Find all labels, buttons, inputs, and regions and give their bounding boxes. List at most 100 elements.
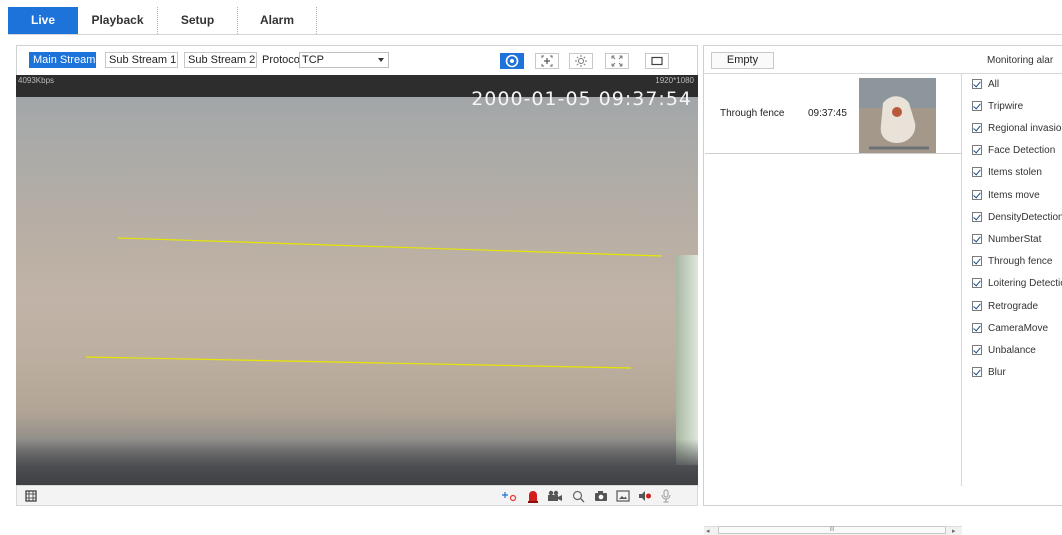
tripwire-line-upper: [117, 237, 663, 257]
image-button[interactable]: [615, 489, 631, 503]
alarm-light-button[interactable]: [525, 489, 541, 503]
protocol-value: TCP: [302, 54, 324, 66]
detection-overlay-icon: [505, 54, 519, 68]
microphone-button[interactable]: [658, 489, 674, 503]
record-button[interactable]: [547, 489, 563, 503]
event-snapshot-image: [859, 78, 936, 153]
alarm-event-list: Through fence 09:37:45 ◂ III ▸: [704, 74, 962, 535]
ptz-button[interactable]: [501, 489, 517, 503]
checkbox-icon[interactable]: [972, 301, 982, 311]
filter-tripwire[interactable]: Tripwire: [972, 98, 1023, 114]
filter-label: Items stolen: [988, 166, 1042, 178]
filter-all[interactable]: All: [972, 76, 999, 92]
scrollbar-thumb[interactable]: III: [718, 526, 946, 534]
microphone-icon: [661, 489, 671, 503]
sub-stream-2-button[interactable]: Sub Stream 2: [184, 52, 257, 68]
top-navigation: Live Playback Setup Alarm: [8, 7, 1062, 35]
filter-label: Tripwire: [988, 100, 1024, 112]
filter-label: Face Detection: [988, 144, 1056, 156]
ptz-icon: [502, 492, 517, 502]
checkbox-icon[interactable]: [972, 79, 982, 89]
filter-label: NumberStat: [988, 233, 1042, 245]
filter-items-stolen[interactable]: Items stolen: [972, 164, 1042, 180]
alarm-event-row[interactable]: Through fence 09:37:45: [705, 77, 962, 154]
record-icon: [548, 490, 562, 501]
sub-stream-1-button[interactable]: Sub Stream 1: [105, 52, 178, 68]
checkbox-icon[interactable]: [972, 323, 982, 333]
filter-label: All: [988, 78, 1000, 90]
checkbox-icon[interactable]: [972, 145, 982, 155]
filter-through-fence[interactable]: Through fence: [972, 253, 1053, 269]
event-snapshot[interactable]: [859, 78, 936, 153]
film-icon: [25, 490, 37, 502]
live-view-panel: Main Stream Sub Stream 1 Sub Stream 2 Pr…: [16, 45, 698, 506]
snapshot-icon: [595, 491, 607, 501]
detection-overlay-button[interactable]: [500, 53, 524, 69]
filter-regional-invasion[interactable]: Regional invasion: [972, 120, 1062, 136]
image-adjust-icon: [575, 55, 587, 67]
filter-face-detection[interactable]: Face Detection: [972, 142, 1055, 158]
checkbox-icon[interactable]: [972, 123, 982, 133]
filter-number-stat[interactable]: NumberStat: [972, 231, 1041, 247]
tab-playback[interactable]: Playback: [78, 7, 158, 34]
tripwire-line-lower: [85, 356, 632, 369]
event-time: 09:37:45: [808, 108, 847, 119]
live-bottom-bar: [16, 485, 698, 506]
stream-toolbar: Main Stream Sub Stream 1 Sub Stream 2 Pr…: [16, 45, 698, 75]
event-name: Through fence: [720, 108, 785, 119]
empty-button[interactable]: Empty: [711, 52, 774, 69]
protocol-select[interactable]: TCP: [299, 52, 389, 68]
filter-items-move[interactable]: Items move: [972, 187, 1040, 203]
filter-label: Retrograde: [988, 300, 1039, 312]
tripwire-overlay: [85, 237, 663, 369]
fit-window-button[interactable]: [605, 53, 629, 69]
scroll-right-arrow-icon[interactable]: ▸: [952, 527, 956, 535]
checkbox-icon[interactable]: [972, 256, 982, 266]
checkbox-icon[interactable]: [972, 190, 982, 200]
tab-alarm[interactable]: Alarm: [238, 7, 317, 34]
zoom-icon: [572, 490, 584, 502]
protocol-label: Protocol: [262, 54, 303, 66]
checkbox-icon[interactable]: [972, 212, 982, 222]
snapshot-button[interactable]: [593, 489, 609, 503]
fit-window-icon: [611, 55, 623, 67]
zoom-in-icon: [541, 55, 553, 67]
filter-label: Regional invasion: [988, 122, 1062, 134]
horizontal-scrollbar[interactable]: ◂ III ▸: [704, 526, 962, 535]
checkbox-icon[interactable]: [972, 234, 982, 244]
checkbox-icon[interactable]: [972, 278, 982, 288]
filter-camera-move[interactable]: CameraMove: [972, 320, 1048, 336]
filter-label: Through fence: [988, 255, 1053, 267]
chevron-down-icon: [378, 58, 384, 62]
tab-setup[interactable]: Setup: [158, 7, 238, 34]
video-viewport[interactable]: 4093Kbps 1920*1080 2000-01-05 09:37:54: [16, 75, 698, 485]
fullscreen-icon: [651, 56, 663, 66]
scroll-left-arrow-icon[interactable]: ◂: [706, 527, 710, 535]
checkbox-icon[interactable]: [972, 367, 982, 377]
filter-label: Blur: [988, 366, 1006, 378]
film-button[interactable]: [23, 489, 39, 503]
audio-mute-icon: [639, 491, 651, 501]
monitoring-alarm-title: Monitoring alar: [987, 55, 1054, 66]
filter-label: Unbalance: [988, 344, 1036, 356]
checkbox-icon[interactable]: [972, 101, 982, 111]
filter-blur[interactable]: Blur: [972, 364, 1006, 380]
checkbox-icon[interactable]: [972, 345, 982, 355]
tab-live[interactable]: Live: [8, 7, 78, 34]
digital-zoom-button[interactable]: [570, 489, 586, 503]
zoom-in-button[interactable]: [535, 53, 559, 69]
checkbox-icon[interactable]: [972, 167, 982, 177]
alarm-light-icon: [528, 491, 538, 503]
filter-label: Items move: [988, 189, 1040, 201]
filter-unbalance[interactable]: Unbalance: [972, 342, 1036, 358]
image-icon: [616, 490, 630, 502]
filter-retrograde[interactable]: Retrograde: [972, 298, 1038, 314]
filter-label: CameraMove: [988, 322, 1049, 334]
filter-loitering-detection[interactable]: Loitering Detection: [972, 275, 1062, 291]
audio-mute-button[interactable]: [637, 489, 653, 503]
image-adjust-button[interactable]: [569, 53, 593, 69]
filter-density-detection[interactable]: DensityDetection: [972, 209, 1062, 225]
main-stream-button[interactable]: Main Stream: [29, 52, 96, 68]
fullscreen-button[interactable]: [645, 53, 669, 69]
alarm-header: Empty Monitoring alar: [704, 46, 1062, 74]
